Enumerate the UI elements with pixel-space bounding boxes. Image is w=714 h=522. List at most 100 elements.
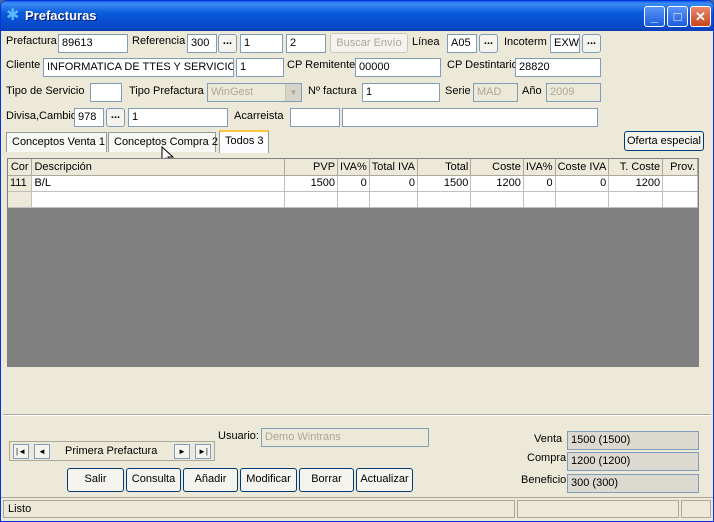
grid-header-row: Cor Descripción PVP IVA% Total IVA Total…: [8, 159, 698, 176]
close-icon: ✕: [695, 9, 706, 24]
concepts-table: Cor Descripción PVP IVA% Total IVA Total…: [8, 159, 698, 208]
table-cell[interactable]: [417, 191, 472, 208]
referencia-sub2-field[interactable]: 2: [286, 34, 326, 53]
table-cell[interactable]: [662, 175, 698, 192]
col-header[interactable]: IVA%: [337, 159, 370, 176]
table-cell[interactable]: [337, 191, 370, 208]
chevron-down-icon[interactable]: ▼: [285, 84, 301, 101]
table-row-new[interactable]: [8, 191, 698, 208]
table-cell[interactable]: 1500: [417, 175, 472, 192]
venta-field: 1500 (1500): [567, 431, 699, 450]
col-header[interactable]: Total: [417, 159, 472, 176]
acarreista-field[interactable]: [342, 108, 598, 127]
col-header[interactable]: Coste: [470, 159, 524, 176]
window-title: Prefacturas: [25, 8, 97, 23]
table-cell[interactable]: 0: [337, 175, 370, 192]
incoterm-label: Incoterm: [504, 36, 547, 48]
anadir-button[interactable]: Añadir: [183, 468, 238, 492]
oferta-especial-button[interactable]: Oferta especial: [624, 131, 704, 151]
table-cell[interactable]: 1200: [608, 175, 664, 192]
title-bar[interactable]: ✱ Prefacturas _ □ ✕: [1, 1, 713, 31]
table-row[interactable]: 111 B/L 1500 0 0 1500 1200 0 0 1200: [8, 175, 698, 192]
salir-button[interactable]: Salir: [67, 468, 124, 492]
table-cell[interactable]: [523, 191, 556, 208]
col-header[interactable]: Total IVA: [369, 159, 418, 176]
concepts-grid[interactable]: Cor Descripción PVP IVA% Total IVA Total…: [7, 158, 699, 367]
divisa-field[interactable]: 978: [74, 108, 104, 127]
col-header[interactable]: Descripción: [31, 159, 285, 176]
tipo-prefactura-value: WinGest: [211, 86, 254, 98]
referencia-field[interactable]: 300: [187, 34, 217, 53]
usuario-label: Usuario:: [218, 430, 259, 442]
maximize-icon: □: [673, 9, 682, 24]
tab-todos[interactable]: Todos 3: [219, 130, 269, 153]
divisa-lookup-button[interactable]: ...: [106, 108, 125, 127]
tipo-prefactura-select[interactable]: WinGest ▼: [207, 83, 302, 102]
table-cell[interactable]: B/L: [31, 175, 285, 192]
buscar-envio-button[interactable]: Buscar Envío: [330, 33, 408, 53]
col-header[interactable]: Cor: [8, 159, 33, 176]
table-cell[interactable]: 111: [8, 175, 33, 192]
referencia-sub1-field[interactable]: 1: [240, 34, 283, 53]
prefactura-field[interactable]: 89613: [58, 34, 128, 53]
prev-record-button[interactable]: ◄: [34, 444, 50, 459]
table-cell[interactable]: [369, 191, 418, 208]
cp-destinatario-field[interactable]: 28820: [515, 58, 601, 77]
nfactura-field[interactable]: 1: [362, 83, 440, 102]
col-header[interactable]: Coste IVA: [555, 159, 610, 176]
col-header[interactable]: Prov.: [662, 159, 698, 176]
anio-field[interactable]: 2009: [546, 83, 601, 102]
record-label: Primera Prefactura: [65, 445, 158, 457]
tab-conceptos-venta[interactable]: Conceptos Venta 1: [6, 132, 107, 152]
acarreista-code-field[interactable]: [290, 108, 340, 127]
actualizar-button[interactable]: Actualizar: [356, 468, 413, 492]
first-record-button[interactable]: |◄: [13, 444, 29, 459]
nfactura-label: Nº factura: [308, 85, 357, 97]
table-cell[interactable]: [8, 191, 33, 208]
cliente-field[interactable]: INFORMATICA DE TTES Y SERVICIO: [43, 58, 234, 77]
tipo-servicio-field[interactable]: [90, 83, 122, 102]
referencia-label: Referencia: [132, 35, 186, 47]
table-cell[interactable]: [608, 191, 664, 208]
last-record-button[interactable]: ►|: [195, 444, 211, 459]
table-cell[interactable]: 1200: [470, 175, 524, 192]
table-cell[interactable]: 1500: [284, 175, 339, 192]
maximize-button[interactable]: □: [667, 6, 688, 27]
beneficio-label: Beneficio: [521, 474, 567, 486]
col-header[interactable]: T. Coste: [608, 159, 664, 176]
divisa-label: Divisa,Cambio: [6, 110, 77, 122]
cliente-code-field[interactable]: 1: [236, 58, 284, 77]
table-cell[interactable]: [555, 191, 610, 208]
cp-remitente-label: CP Remitente: [287, 59, 356, 71]
table-cell[interactable]: [31, 191, 285, 208]
referencia-lookup-button[interactable]: ...: [218, 34, 237, 53]
minimize-button[interactable]: _: [644, 6, 665, 27]
compra-field: 1200 (1200): [567, 452, 699, 471]
incoterm-lookup-button[interactable]: ...: [582, 34, 601, 53]
table-cell[interactable]: [284, 191, 339, 208]
table-cell[interactable]: 0: [555, 175, 610, 192]
window: ✱ Prefacturas _ □ ✕ Prefactura 89613 Ref…: [0, 0, 714, 522]
linea-field[interactable]: A05: [447, 34, 477, 53]
table-cell[interactable]: 0: [523, 175, 556, 192]
tipo-servicio-label: Tipo de Servicio: [6, 85, 85, 97]
close-button[interactable]: ✕: [690, 6, 711, 27]
usuario-field[interactable]: Demo Wintrans: [261, 428, 429, 447]
serie-label: Serie: [445, 85, 471, 97]
linea-lookup-button[interactable]: ...: [479, 34, 498, 53]
borrar-button[interactable]: Borrar: [299, 468, 354, 492]
cp-remitente-field[interactable]: 00000: [355, 58, 441, 77]
status-bar: Listo: [1, 497, 713, 519]
modificar-button[interactable]: Modificar: [240, 468, 297, 492]
col-header[interactable]: PVP: [284, 159, 339, 176]
table-cell[interactable]: 0: [369, 175, 418, 192]
serie-field[interactable]: MAD: [473, 83, 518, 102]
table-cell[interactable]: [662, 191, 698, 208]
incoterm-field[interactable]: EXW: [550, 34, 580, 53]
next-record-button[interactable]: ►: [174, 444, 190, 459]
consulta-button[interactable]: Consulta: [126, 468, 181, 492]
venta-label: Venta: [534, 433, 563, 445]
table-cell[interactable]: [470, 191, 524, 208]
col-header[interactable]: IVA%: [523, 159, 556, 176]
cambio-field[interactable]: 1: [128, 108, 228, 127]
